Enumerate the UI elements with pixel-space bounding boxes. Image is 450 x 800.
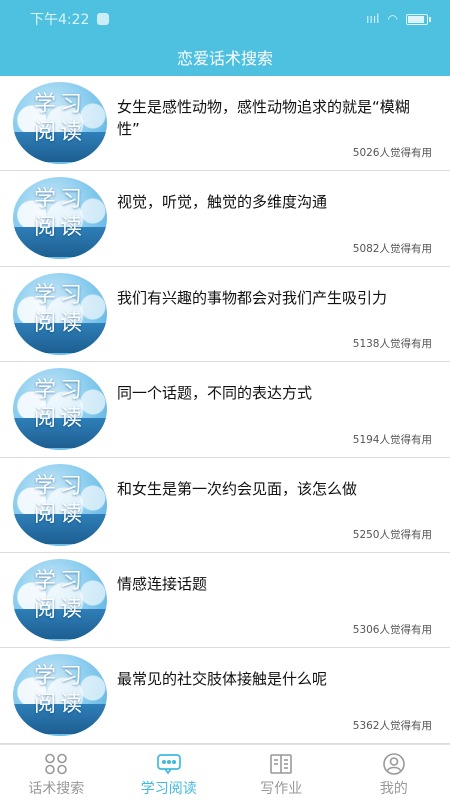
list-item[interactable]: 学习 阅读 和女生是第一次约会见面，该怎么做 5250人觉得有用 [0,457,450,553]
status-time: 下午4:22 [30,12,90,28]
study-reading-thumbnail: 学习 阅读 [13,272,107,355]
thumbnail-text-line2: 阅读 [33,406,86,432]
tab-label: 写作业 [260,781,303,797]
thumbnail-text-line2: 阅读 [33,692,86,718]
list-item[interactable]: 学习 阅读 同一个话题，不同的表达方式 5194人觉得有用 [0,362,450,458]
useful-count: 5082人觉得有用 [352,242,432,255]
item-title: 同一个话题，不同的表达方式 [117,384,313,403]
list-item[interactable]: 学习 阅读 情感连接话题 5306人觉得有用 [0,552,450,649]
useful-count: 5250人觉得有用 [352,528,432,541]
tab-book[interactable]: 写作业 [225,745,338,800]
thumbnail-text-line2: 阅读 [33,120,86,145]
thumbnail-text-line2: 阅读 [33,501,86,527]
book-icon [268,753,294,775]
useful-count: 5138人觉得有用 [352,338,432,351]
article-list: 学习 阅读 女生是感性动物，感性动物追求的就是“模糊性” 5026人觉得有用 学习 阅读视… [0,76,450,744]
page-title: 恋爱话术搜索 [176,49,273,68]
study-reading-thumbnail: 学习 阅读 [13,654,107,737]
thumbnail-text-line2: 阅读 [33,215,86,241]
battery-icon [406,13,431,25]
tab-grid[interactable]: 话术搜索 [0,745,113,800]
study-reading-thumbnail: 学习 阅读 [13,177,107,260]
notification-icon [97,13,110,25]
tab-user[interactable]: 我的 [338,745,450,800]
tab-label: 我的 [379,781,408,797]
tab-chat-bubble[interactable]: 学习阅读 [113,745,226,800]
useful-count: 5306人觉得有用 [352,624,432,637]
chat-bubble-icon [156,753,182,775]
useful-count: 5362人觉得有用 [352,719,432,732]
thumbnail-text-line1: 学习 [33,664,86,690]
study-reading-thumbnail: 学习 阅读 [13,558,107,641]
list-item[interactable]: 学习 阅读 我们有兴趣的事物都会对我们产生吸引力 5138人觉得有用 [0,266,450,363]
thumbnail-text-line1: 学习 [33,568,86,594]
item-title: 情感连接话题 [117,574,208,593]
item-title: 和女生是第一次约会见面，该怎么做 [117,479,358,498]
status-bar: 下午4:22 ıııl ◠ [0,0,450,38]
useful-count: 5194人觉得有用 [352,433,432,446]
signal-icon: ıııl [366,12,380,26]
list-item[interactable]: 学习 阅读 女生是感性动物，感性动物追求的就是“模糊性” 5026人觉得有用 [0,76,450,172]
app-header: 下午4:22 ıııl ◠ 恋爱话术搜索 [0,0,450,76]
thumbnail-text-line1: 学习 [33,378,86,404]
thumbnail-text-line2: 阅读 [33,310,86,336]
item-title: 女生是感性动物，感性动物追求的就是“模糊性” [117,98,410,138]
item-title: 视觉，听觉，触觉的多维度沟通 [117,193,328,212]
thumbnail-text-line1: 学习 [33,282,86,308]
thumbnail-text-line1: 学习 [33,92,86,117]
thumbnail-text-line2: 阅读 [33,596,86,622]
study-reading-thumbnail: 学习 阅读 [13,368,107,451]
study-reading-thumbnail: 学习 阅读 [13,463,107,546]
item-title: 我们有兴趣的事物都会对我们产生吸引力 [117,288,388,307]
useful-count: 5026人觉得有用 [352,147,432,160]
list-item[interactable]: 学习 阅读 最常见的社交肢体接触是什么呢 5362人觉得有用 [0,648,450,744]
wifi-icon: ◠ [387,12,398,26]
user-icon [381,753,407,775]
list-item[interactable]: 学习 阅读 视觉，听觉，触觉的多维度沟通 5082人觉得有用 [0,171,450,267]
bottom-tab-bar: 话术搜索 学习阅读 写作业 我的 [0,744,450,800]
tab-label: 学习阅读 [140,781,197,797]
thumbnail-text-line1: 学习 [33,187,86,213]
thumbnail-text-line1: 学习 [33,473,86,499]
grid-icon [43,753,69,775]
item-title: 最常见的社交肢体接触是什么呢 [117,670,328,689]
tab-label: 话术搜索 [28,781,85,797]
study-reading-thumbnail: 学习 阅读 [13,82,107,164]
